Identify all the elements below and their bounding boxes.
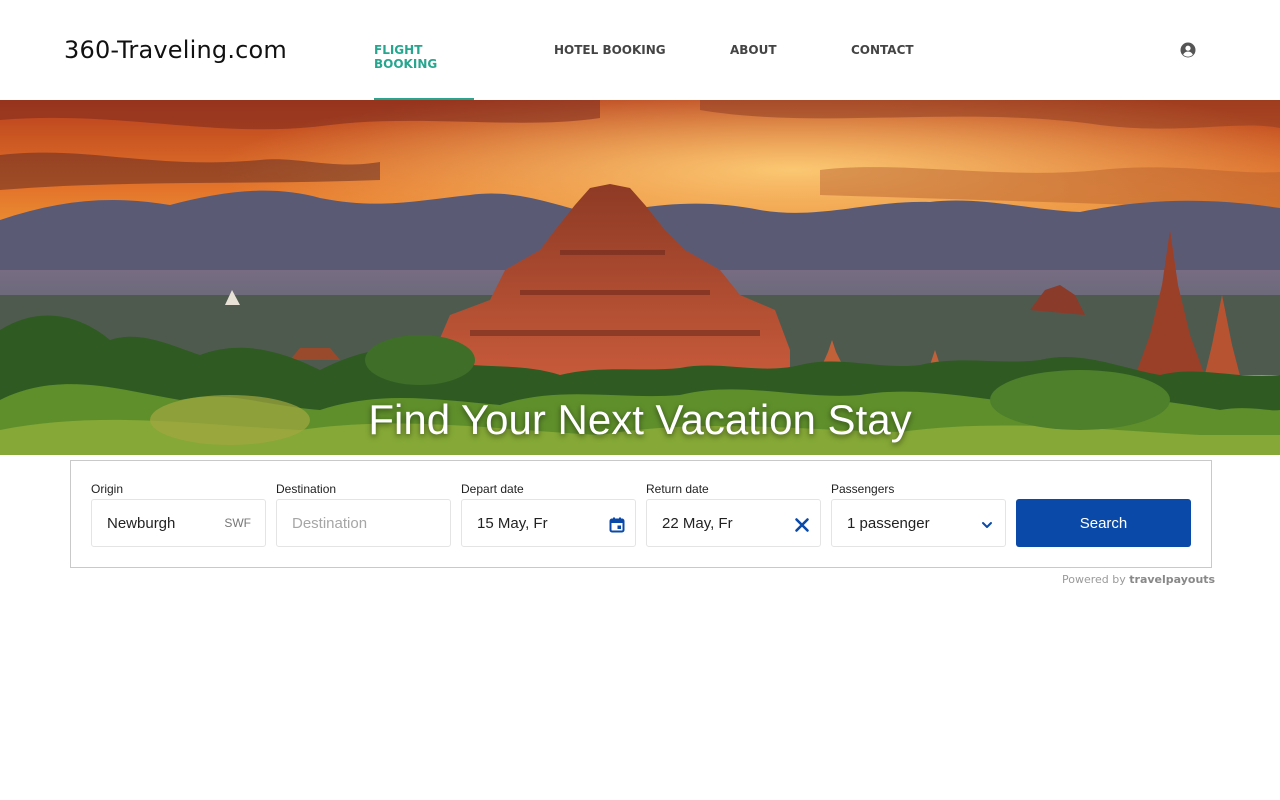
chevron-down-icon[interactable] <box>978 516 996 534</box>
return-date-input[interactable]: 22 May, Fr <box>646 499 821 547</box>
close-icon[interactable] <box>793 516 811 534</box>
nav-flight-booking[interactable]: FLIGHT BOOKING <box>374 0 474 100</box>
travelpayouts-link[interactable]: travelpayouts <box>1129 573 1215 586</box>
hero-title: Find Your Next Vacation Stay <box>368 396 912 443</box>
powered-by-note: Powered by travelpayouts <box>1062 573 1215 586</box>
depart-date-input[interactable]: 15 May, Fr <box>461 499 636 547</box>
site-logo[interactable]: 360-Traveling.com <box>64 36 287 64</box>
nav-contact[interactable]: CONTACT <box>851 0 914 100</box>
passengers-value: 1 passenger <box>847 515 930 532</box>
hero-banner: Find Your Next Vacation Stay <box>0 100 1280 455</box>
flight-search-form: Origin Newburgh SWF Destination Destinat… <box>70 460 1212 568</box>
destination-input[interactable]: Destination <box>276 499 451 547</box>
search-button[interactable]: Search <box>1016 499 1191 547</box>
origin-value: Newburgh <box>107 515 176 532</box>
passengers-select[interactable]: 1 passenger <box>831 499 1006 547</box>
origin-label: Origin <box>91 482 124 496</box>
calendar-icon[interactable] <box>608 516 626 534</box>
depart-date-label: Depart date <box>461 482 524 496</box>
return-date-value: 22 May, Fr <box>662 515 733 532</box>
nav-about[interactable]: ABOUT <box>730 0 777 100</box>
powered-by-prefix: Powered by <box>1062 573 1126 586</box>
nav-hotel-booking[interactable]: HOTEL BOOKING <box>554 0 666 100</box>
passengers-label: Passengers <box>831 482 895 496</box>
origin-iata-code: SWF <box>224 516 251 530</box>
destination-label: Destination <box>276 482 337 496</box>
depart-date-value: 15 May, Fr <box>477 515 548 532</box>
destination-placeholder: Destination <box>292 515 368 532</box>
site-header: 360-Traveling.com FLIGHT BOOKING HOTEL B… <box>0 0 1280 100</box>
user-circle-icon[interactable] <box>1180 42 1196 58</box>
return-date-label: Return date <box>646 482 709 496</box>
origin-input[interactable]: Newburgh SWF <box>91 499 266 547</box>
